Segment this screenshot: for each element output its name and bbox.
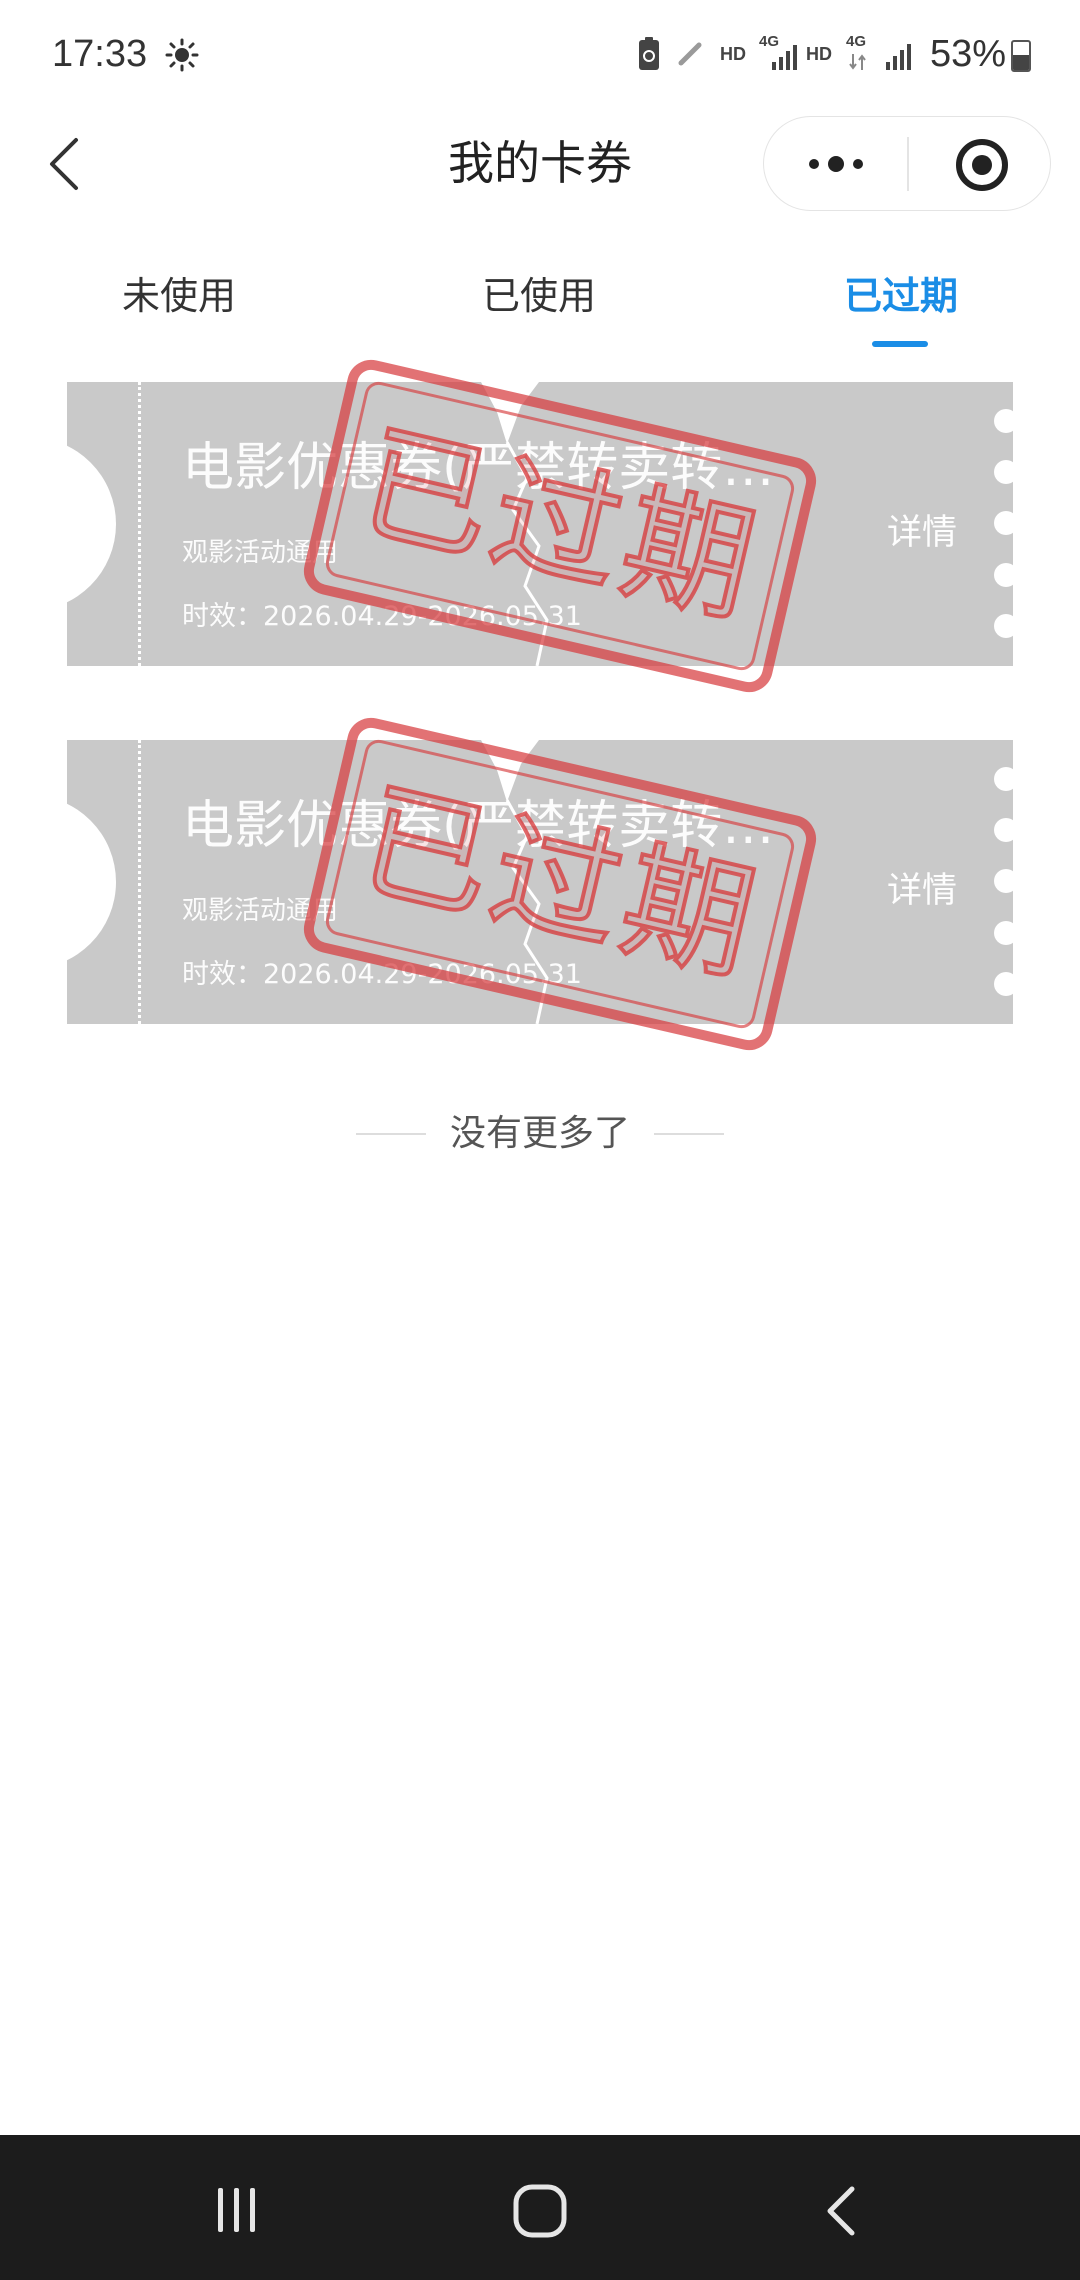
recent-apps-icon[interactable] — [212, 2185, 262, 2235]
coupon-subtitle: 观影活动通用 — [182, 538, 339, 568]
data-arrows-icon — [849, 54, 866, 70]
coupon-validity: 时效：2026.04.29-2026.05.31 — [182, 959, 582, 990]
battery-percent: 53% — [930, 33, 1007, 75]
system-nav-bar — [0, 2135, 1080, 2280]
home-icon[interactable] — [512, 2183, 568, 2239]
page-title: 我的卡券 — [448, 136, 632, 190]
coupon-validity: 时效：2026.04.29-2026.05.31 — [182, 601, 582, 632]
coupon-card[interactable]: 电影优惠券(严禁转卖转… 观影活动通用 时效：2026.04.29-2026.0… — [67, 740, 1013, 1024]
more-dots-icon[interactable] — [804, 147, 868, 181]
status-time: 17:33 — [52, 33, 148, 75]
network-type-label: 4G — [846, 33, 867, 50]
chevron-left-icon[interactable] — [44, 134, 88, 194]
brightness-icon — [165, 38, 199, 72]
tab-unused[interactable]: 未使用 — [59, 268, 299, 324]
coupon-card[interactable]: 电影优惠券(严禁转卖转… 观影活动通用 时效：2026.04.29-2026.0… — [67, 382, 1013, 666]
coupon-detail-link[interactable]: 详情 — [877, 510, 967, 556]
coupon-subtitle: 观影活动通用 — [182, 896, 339, 926]
coupon-title: 电影优惠券(严禁转卖转… — [182, 438, 775, 498]
capsule-divider — [907, 137, 909, 191]
coupon-title: 电影优惠券(严禁转卖转… — [182, 796, 775, 856]
no-more-text: 没有更多了 — [449, 1113, 630, 1154]
mini-program-capsule — [763, 116, 1051, 211]
hd-label: HD — [806, 44, 832, 64]
target-circle-icon[interactable] — [954, 137, 1010, 193]
pen-icon — [678, 42, 702, 66]
tab-used[interactable]: 已使用 — [419, 268, 659, 324]
hd-label: HD — [720, 44, 746, 64]
active-tab-indicator — [872, 341, 928, 347]
signal-icon — [772, 45, 797, 70]
signal-icon — [886, 44, 911, 70]
coupon-detail-link[interactable]: 详情 — [877, 868, 967, 914]
divider-line — [654, 1133, 724, 1135]
battery-icon — [1011, 40, 1031, 72]
tab-expired[interactable]: 已过期 — [781, 268, 1021, 324]
battery-saver-icon — [639, 37, 659, 70]
back-icon[interactable] — [822, 2185, 862, 2237]
